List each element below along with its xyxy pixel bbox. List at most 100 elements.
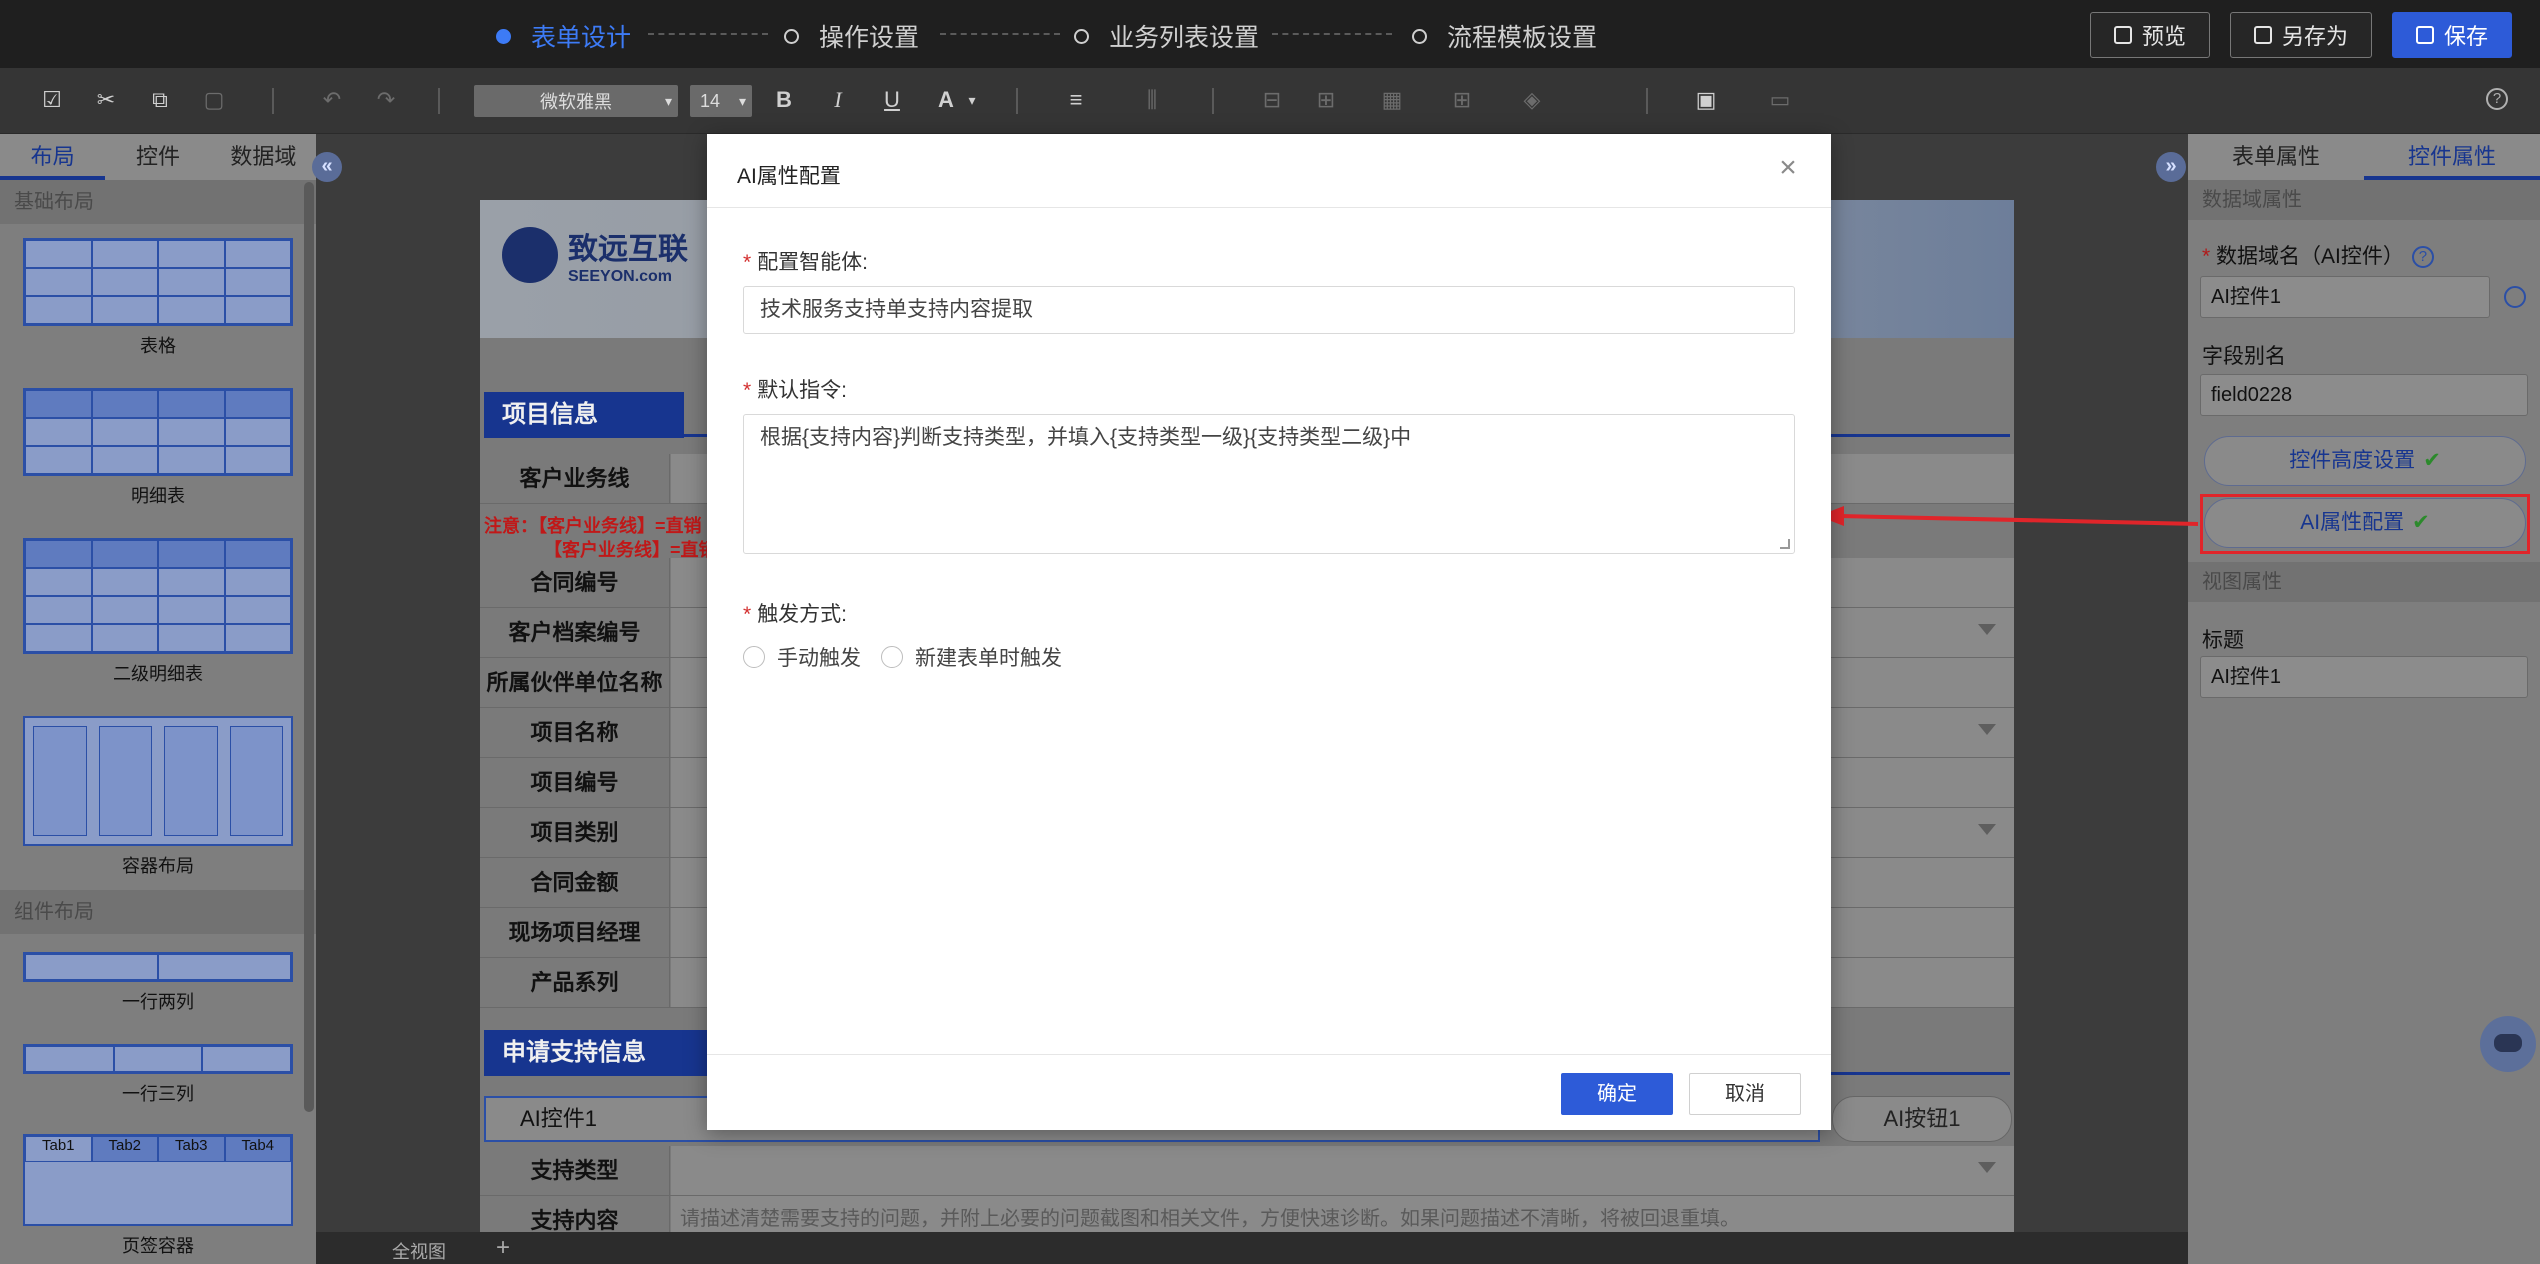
table-grid-icon[interactable]: ⊞: [1450, 88, 1474, 112]
tab-container-preview: Tab1 Tab2 Tab3 Tab4: [23, 1134, 293, 1226]
paste-icon[interactable]: ▢: [202, 88, 226, 112]
font-color-icon[interactable]: A: [934, 88, 958, 112]
logo-mark-icon: [502, 227, 558, 283]
check-icon[interactable]: ☑: [40, 88, 64, 112]
radio-circle[interactable]: [881, 646, 903, 668]
assistant-robot-icon[interactable]: [2480, 1016, 2536, 1072]
highlight-box: [2200, 494, 2530, 554]
chevron-down-icon: [1978, 1162, 1996, 1173]
sub-detail-table-preview: [23, 538, 293, 654]
tab-controls[interactable]: 控件: [105, 134, 210, 180]
left-tabs: 布局 控件 数据域: [0, 134, 316, 180]
step-operation-settings[interactable]: 操作设置: [784, 18, 919, 54]
ai-button-control[interactable]: AI按钮1: [1832, 1096, 2012, 1142]
one-row-two-preview: [23, 952, 293, 982]
editor-toolbar: ☑ ✂ ⧉ ▢ ↶ ↷ 微软雅黑 14 B I U A ▾ ≡ ⫼ ⊟ ⊞ ▦ …: [0, 68, 2540, 134]
save-as-button[interactable]: 另存为: [2230, 12, 2372, 58]
merge-cells-icon[interactable]: ⊟: [1260, 88, 1284, 112]
alias-input[interactable]: field0228: [2200, 374, 2528, 416]
help-icon[interactable]: ?: [2486, 88, 2508, 110]
save-icon: [2415, 26, 2434, 44]
right-panel: 表单属性 控件属性 数据域属性 * 数据域名（AI控件）? AI控件1 字段别名…: [2188, 134, 2540, 1264]
toolbar-separator: [1016, 88, 1018, 114]
left-panel-scrollbar[interactable]: [304, 182, 314, 1112]
vertical-align-icon[interactable]: ⫼: [1140, 88, 1164, 112]
layout-item-table[interactable]: 表格: [0, 238, 316, 358]
font-family-select[interactable]: 微软雅黑: [474, 85, 678, 117]
close-icon[interactable]: ×: [1775, 153, 1801, 183]
left-panel: 布局 控件 数据域 基础布局 表格 明细表 二级明细表 容器布局 组件布局 一行…: [0, 134, 316, 1264]
bold-icon[interactable]: B: [772, 88, 796, 112]
cell-border-icon[interactable]: ▦: [1380, 88, 1404, 112]
form-row-support-type[interactable]: 支持类型: [480, 1146, 2014, 1196]
trigger-radio-group: 手动触发 新建表单时触发: [743, 642, 1062, 672]
layout-item-one-row-two[interactable]: 一行两列: [0, 952, 316, 1014]
split-cells-icon[interactable]: ⊞: [1314, 88, 1338, 112]
collapse-left-icon[interactable]: «: [312, 152, 342, 182]
right-tabs: 表单属性 控件属性: [2188, 134, 2540, 180]
help-icon[interactable]: ?: [2411, 246, 2434, 269]
refresh-icon[interactable]: [2504, 286, 2526, 308]
checkmark-icon: ✔: [2423, 449, 2441, 472]
collapse-right-icon[interactable]: »: [2156, 152, 2186, 182]
layout-item-sub-detail-table[interactable]: 二级明细表: [0, 538, 316, 686]
tab-form-properties[interactable]: 表单属性: [2188, 134, 2364, 180]
underline-icon[interactable]: U: [880, 88, 904, 112]
undo-icon[interactable]: ↶: [320, 88, 344, 112]
ai-property-config-dialog: AI属性配置 × * 配置智能体: 技术服务支持单支持内容提取 * 默认指令: 根据…: [707, 134, 1831, 1130]
step-dot: [1412, 28, 1427, 44]
agent-label: * 配置智能体:: [743, 251, 869, 274]
dialog-footer: 确定 取消: [707, 1054, 1831, 1130]
top-bar: 表单设计 操作设置 业务列表设置 流程模板设置 预览 另存为 保存: [0, 0, 2540, 68]
save-button[interactable]: 保存: [2392, 12, 2512, 58]
toolbar-separator: [272, 88, 274, 114]
alias-label: 字段别名: [2202, 345, 2286, 368]
title-label: 标题: [2202, 629, 2244, 652]
instruction-label: * 默认指令:: [743, 379, 848, 402]
preview-button[interactable]: 预览: [2090, 12, 2210, 58]
font-size-select[interactable]: 14: [690, 85, 752, 117]
toolbar-separator: [438, 88, 440, 114]
table-layout-icon[interactable]: ▭: [1768, 88, 1792, 112]
step-business-list-settings[interactable]: 业务列表设置: [1074, 18, 1259, 54]
align-left-icon[interactable]: ≡: [1064, 88, 1088, 112]
control-height-settings-button[interactable]: 控件高度设置 ✔: [2204, 436, 2526, 486]
view-tab-full[interactable]: 全视图: [392, 1238, 446, 1264]
confirm-button[interactable]: 确定: [1561, 1073, 1673, 1115]
instruction-textarea[interactable]: 根据{支持内容}判断支持类型，并填入{支持类型一级}{支持类型二级}中: [743, 414, 1795, 554]
redo-icon[interactable]: ↷: [374, 88, 398, 112]
chevron-down-icon: [1978, 624, 1996, 635]
agent-select[interactable]: 技术服务支持单支持内容提取: [743, 286, 1795, 334]
field-name-label: * 数据域名（AI控件）?: [2202, 240, 2434, 270]
title-input[interactable]: AI控件1: [2200, 656, 2528, 698]
layout-item-one-row-three[interactable]: 一行三列: [0, 1044, 316, 1106]
tab-layout[interactable]: 布局: [0, 134, 106, 180]
layout-icon[interactable]: ▣: [1694, 88, 1718, 112]
cancel-button[interactable]: 取消: [1689, 1073, 1801, 1115]
tab-data-domain[interactable]: 数据域: [211, 134, 316, 180]
radio-circle[interactable]: [743, 646, 765, 668]
layout-item-tab-container[interactable]: Tab1 Tab2 Tab3 Tab4 页签容器: [0, 1134, 316, 1258]
resize-handle-icon[interactable]: [1780, 539, 1790, 549]
layout-item-container[interactable]: 容器布局: [0, 716, 316, 878]
tab-control-properties[interactable]: 控件属性: [2364, 134, 2540, 180]
copy-icon[interactable]: ⧉: [148, 88, 172, 112]
field-area[interactable]: [671, 1146, 2014, 1195]
seeyon-logo: 致远互联 SEEYON.com: [502, 224, 688, 286]
cut-icon[interactable]: ✂: [94, 88, 118, 112]
step-workflow-template-settings[interactable]: 流程模板设置: [1412, 18, 1597, 54]
layout-item-detail-table[interactable]: 明细表: [0, 388, 316, 508]
toolbar-separator: [1646, 88, 1648, 114]
italic-icon[interactable]: I: [826, 88, 850, 112]
fill-color-icon[interactable]: ◈: [1520, 88, 1544, 112]
note-text: 注意：【客户业务线】=直销: [484, 516, 702, 536]
trigger-on-create-radio[interactable]: 新建表单时触发: [881, 642, 1062, 672]
step-connector: [648, 33, 768, 35]
add-view-icon[interactable]: +: [496, 1234, 510, 1262]
detail-table-preview: [23, 388, 293, 476]
section-project-info: 项目信息: [484, 392, 684, 438]
field-name-input[interactable]: AI控件1: [2200, 276, 2490, 318]
trigger-manual-radio[interactable]: 手动触发: [743, 642, 861, 672]
chevron-down-icon[interactable]: ▾: [960, 88, 984, 112]
step-form-design[interactable]: 表单设计: [496, 18, 631, 54]
